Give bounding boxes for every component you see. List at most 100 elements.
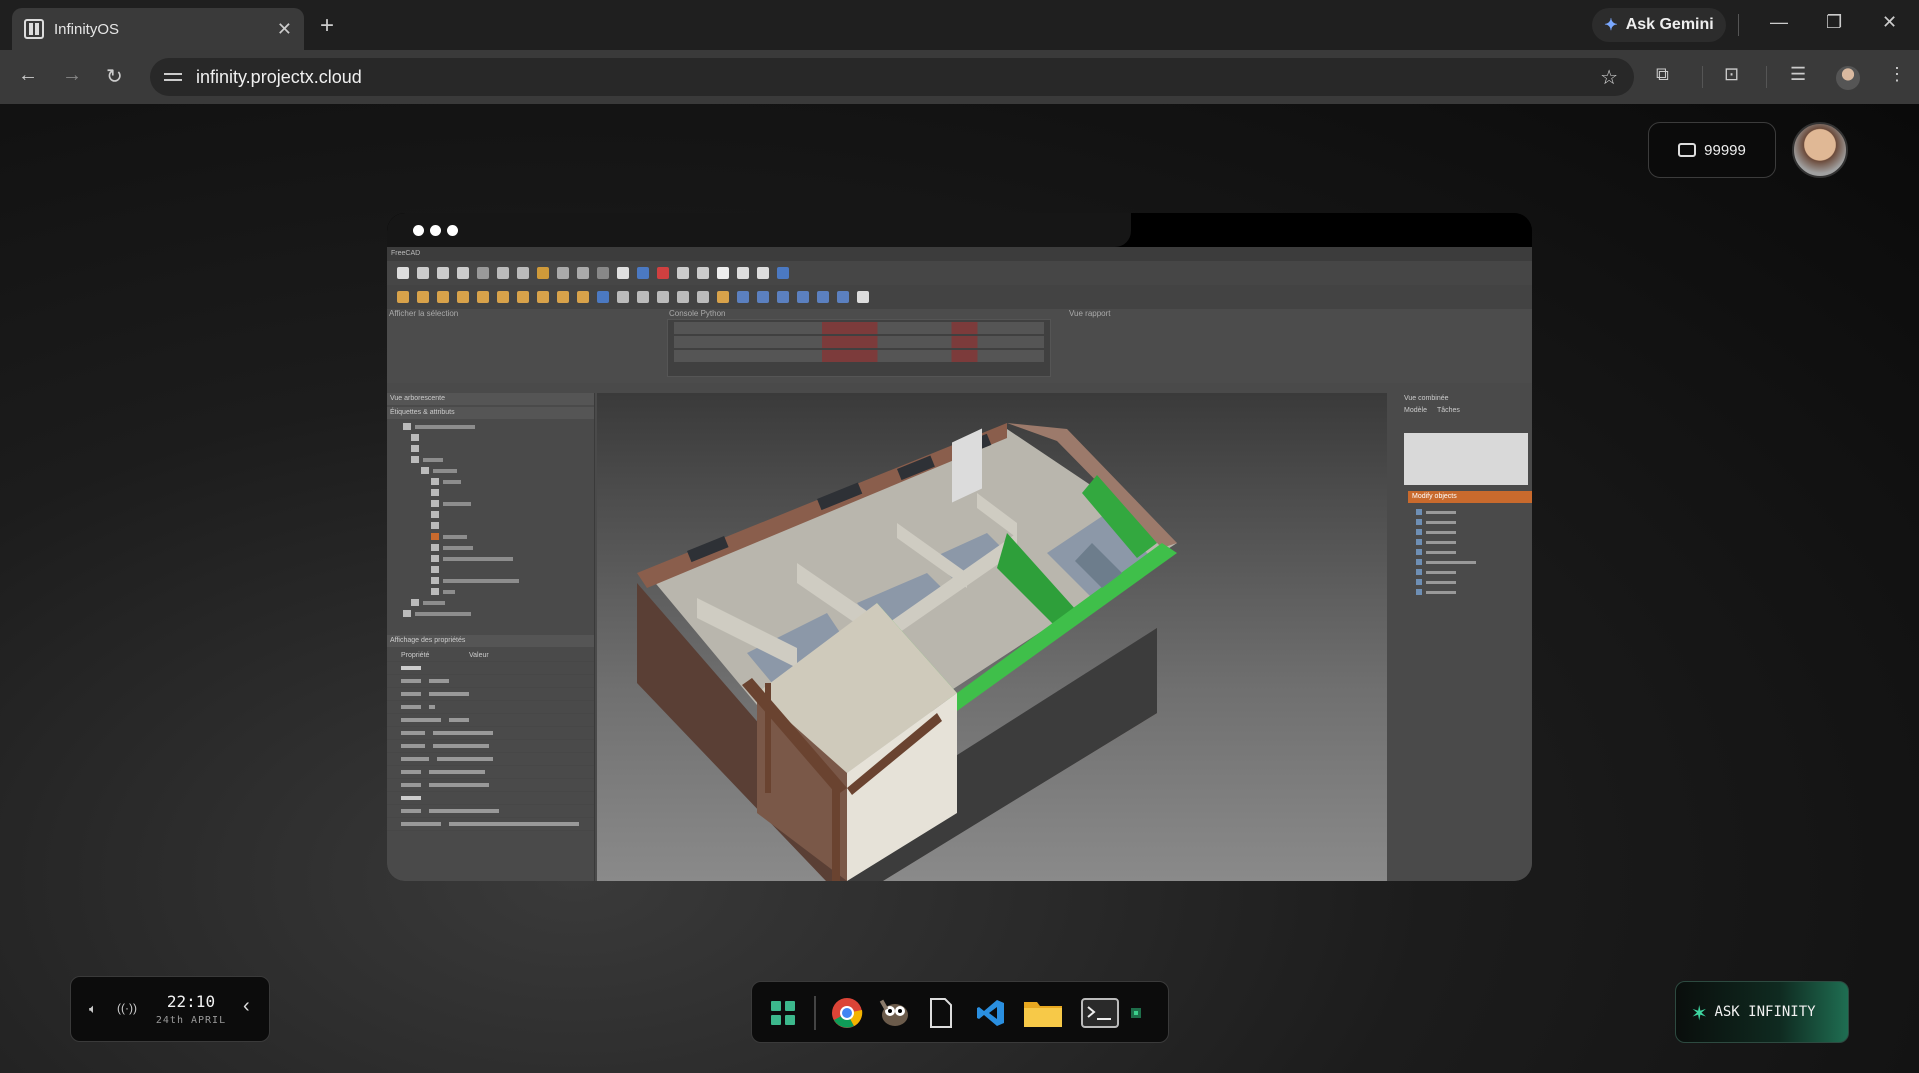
tree-item[interactable] bbox=[411, 443, 594, 454]
network-icon[interactable]: ((·)) bbox=[117, 1001, 137, 1015]
prop-header-value: Valeur bbox=[469, 651, 489, 659]
3d-viewport[interactable] bbox=[597, 393, 1387, 881]
back-button[interactable]: ← bbox=[18, 64, 38, 87]
tree-item[interactable] bbox=[431, 520, 594, 531]
modify-item[interactable] bbox=[1416, 577, 1532, 587]
address-bar[interactable]: infinity.projectx.cloud ☆ bbox=[150, 58, 1634, 96]
tab-tasks[interactable]: Tâches bbox=[1437, 405, 1460, 417]
browser-profile-avatar[interactable] bbox=[1836, 66, 1860, 90]
file-icon[interactable] bbox=[924, 996, 958, 1030]
modify-item[interactable] bbox=[1416, 507, 1532, 517]
media-queue-icon[interactable]: ☰ bbox=[1790, 64, 1806, 85]
combo-view-panel[interactable]: Vue combinée Modèle Tâches Modify object… bbox=[1400, 393, 1532, 881]
property-row[interactable] bbox=[387, 805, 594, 818]
tree-item[interactable] bbox=[431, 509, 594, 520]
app-window[interactable]: FreeCAD Afficher la sélection Console Py… bbox=[387, 213, 1532, 881]
modify-item[interactable] bbox=[1416, 587, 1532, 597]
tree-view-panel[interactable]: Vue arborescente Étiquettes & attributs … bbox=[387, 393, 595, 881]
tree-item[interactable] bbox=[431, 575, 594, 586]
reload-button[interactable]: ↻ bbox=[106, 64, 123, 89]
property-row[interactable] bbox=[387, 792, 594, 805]
dock-divider bbox=[814, 996, 816, 1030]
browser-tab[interactable]: InfinityOS ✕ bbox=[12, 8, 304, 50]
tree-item[interactable] bbox=[403, 608, 594, 619]
tree-item[interactable] bbox=[431, 564, 594, 575]
task-box[interactable] bbox=[1404, 433, 1528, 485]
property-row[interactable] bbox=[387, 766, 594, 779]
ask-infinity-button[interactable]: ✶ ASK INFINITY bbox=[1675, 981, 1849, 1043]
folder-icon[interactable] bbox=[1022, 996, 1064, 1030]
system-tray-widget[interactable]: 🔈︎ ((·)) 22:10 24th APRIL ‹ bbox=[70, 976, 270, 1042]
window-menu-dots-icon[interactable] bbox=[413, 225, 458, 236]
extensions-icon[interactable]: ⧉ bbox=[1656, 64, 1669, 85]
infinity-favicon-icon bbox=[24, 19, 44, 39]
tree-item[interactable] bbox=[411, 432, 594, 443]
tree-item[interactable] bbox=[431, 586, 594, 597]
tree-item[interactable] bbox=[431, 487, 594, 498]
tab-close-icon[interactable]: ✕ bbox=[277, 19, 292, 40]
tree-item[interactable] bbox=[431, 531, 594, 542]
modify-item[interactable] bbox=[1416, 547, 1532, 557]
property-row[interactable] bbox=[387, 727, 594, 740]
tree-item[interactable] bbox=[431, 542, 594, 553]
credits-value: 99999 bbox=[1704, 141, 1746, 159]
vscode-icon[interactable] bbox=[974, 996, 1008, 1030]
modify-item[interactable] bbox=[1416, 567, 1532, 577]
modify-item[interactable] bbox=[1416, 527, 1532, 537]
property-row[interactable] bbox=[387, 714, 594, 727]
browser-toolbar: ← → ↻ infinity.projectx.cloud ☆ ⧉ ⊡ ☰ ⋮ bbox=[0, 50, 1919, 104]
tree-item[interactable] bbox=[431, 498, 594, 509]
tab-model[interactable]: Modèle bbox=[1404, 405, 1427, 417]
modify-item[interactable] bbox=[1416, 517, 1532, 527]
python-console-label: Console Python bbox=[669, 309, 726, 318]
property-row[interactable] bbox=[387, 740, 594, 753]
gimp-icon[interactable] bbox=[878, 996, 912, 1030]
freecad-toolbar[interactable] bbox=[387, 261, 1532, 285]
minimize-button[interactable]: — bbox=[1770, 12, 1788, 33]
browser-tab-strip: InfinityOS ✕ + ✦ Ask Gemini — ❐ ✕ bbox=[0, 0, 1919, 50]
new-tab-button[interactable]: + bbox=[320, 12, 334, 40]
window-titlebar[interactable] bbox=[387, 213, 1532, 247]
restore-button[interactable]: ❐ bbox=[1826, 12, 1842, 33]
tree-item[interactable] bbox=[431, 553, 594, 564]
property-row[interactable] bbox=[387, 701, 594, 714]
credits-badge[interactable]: 99999 bbox=[1648, 122, 1776, 178]
tab-title: InfinityOS bbox=[54, 20, 120, 38]
property-row[interactable] bbox=[387, 818, 594, 831]
tree-item[interactable] bbox=[431, 476, 594, 487]
combo-tabs[interactable]: Modèle Tâches bbox=[1400, 405, 1532, 417]
property-row[interactable] bbox=[387, 753, 594, 766]
modify-item[interactable] bbox=[1416, 557, 1532, 567]
freecad-app: FreeCAD Afficher la sélection Console Py… bbox=[387, 247, 1532, 881]
close-window-button[interactable]: ✕ bbox=[1882, 12, 1897, 33]
modify-item[interactable] bbox=[1416, 537, 1532, 547]
ask-infinity-label: ASK INFINITY bbox=[1714, 1004, 1816, 1020]
ask-gemini-button[interactable]: ✦ Ask Gemini bbox=[1592, 8, 1726, 42]
tree-view-label: Vue arborescente bbox=[387, 393, 594, 405]
tree-item[interactable] bbox=[411, 454, 594, 465]
property-row[interactable] bbox=[387, 688, 594, 701]
url-text[interactable]: infinity.projectx.cloud bbox=[196, 67, 362, 88]
tray-icon[interactable] bbox=[1128, 996, 1144, 1030]
volume-icon[interactable]: 🔈︎ bbox=[89, 1001, 97, 1017]
tree-item[interactable] bbox=[421, 465, 594, 476]
user-avatar[interactable] bbox=[1792, 122, 1848, 178]
cast-search-icon[interactable]: ⊡ bbox=[1724, 64, 1739, 85]
property-row[interactable] bbox=[387, 779, 594, 792]
terminal-icon[interactable] bbox=[1080, 996, 1120, 1030]
apps-grid-icon[interactable] bbox=[766, 996, 800, 1030]
property-row[interactable] bbox=[387, 675, 594, 688]
chevron-left-icon[interactable]: ‹ bbox=[243, 995, 250, 1018]
property-row[interactable] bbox=[387, 662, 594, 675]
chrome-icon[interactable] bbox=[830, 996, 864, 1030]
report-view-label: Vue rapport bbox=[1069, 309, 1111, 318]
freecad-arch-toolbar[interactable] bbox=[387, 285, 1532, 309]
python-console[interactable] bbox=[667, 319, 1051, 377]
modify-objects-header[interactable]: Modify objects bbox=[1408, 491, 1532, 503]
bookmark-star-icon[interactable]: ☆ bbox=[1600, 65, 1618, 90]
site-info-icon[interactable] bbox=[164, 70, 182, 84]
tree-item[interactable] bbox=[403, 421, 594, 432]
tree-item[interactable] bbox=[411, 597, 594, 608]
forward-button[interactable]: → bbox=[62, 64, 82, 87]
chrome-menu-icon[interactable]: ⋮ bbox=[1888, 64, 1906, 85]
